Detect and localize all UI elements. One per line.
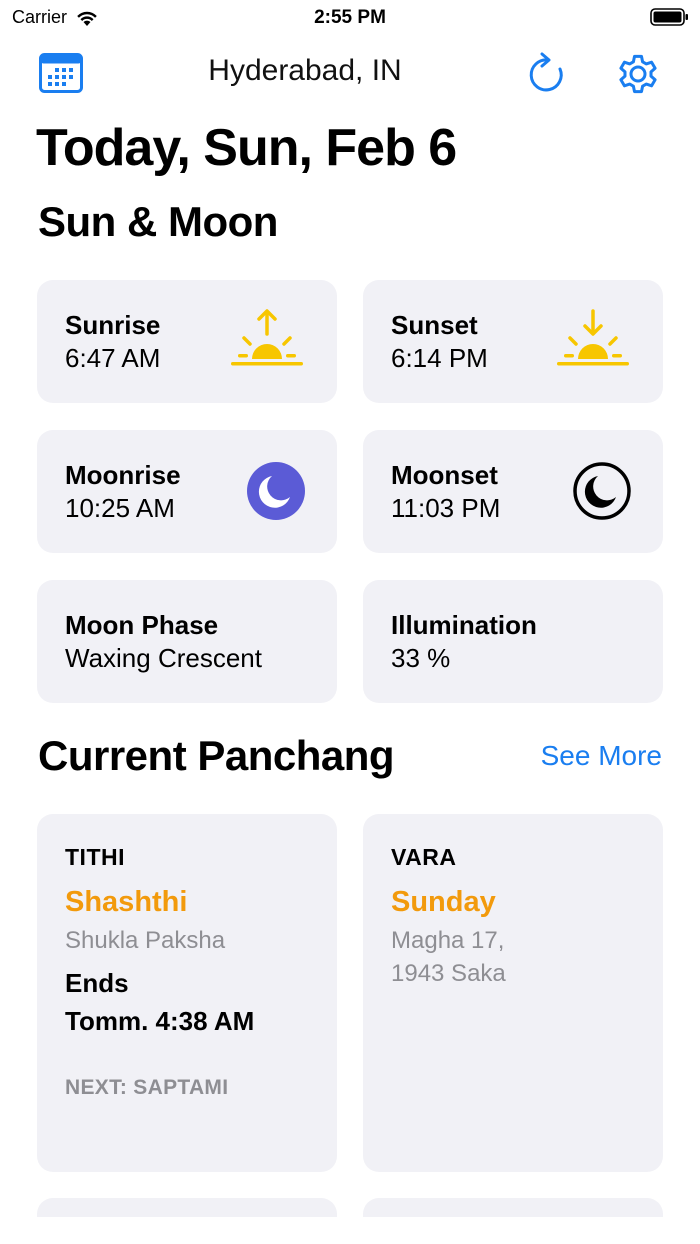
settings-button[interactable] <box>612 48 664 100</box>
tithi-header: TITHI <box>65 844 125 870</box>
battery-icon <box>650 8 688 26</box>
moon-phase-label: Moon Phase <box>65 610 219 640</box>
moonset-value: 11:03 PM <box>391 493 501 523</box>
sunrise-icon <box>231 309 303 366</box>
illumination-label: Illumination <box>391 610 537 640</box>
sunrise-label: Sunrise <box>65 310 161 340</box>
tithi-ends-value: Tomm. 4:38 AM <box>65 1006 255 1036</box>
see-more-link[interactable]: See More <box>541 740 662 772</box>
illumination-value: 33 % <box>391 643 451 673</box>
next-card-left[interactable] <box>37 1198 337 1218</box>
moonrise-label: Moonrise <box>65 460 181 490</box>
refresh-button[interactable] <box>524 50 572 98</box>
sun-moon-title: Sun & Moon <box>38 198 278 245</box>
sunrise-card[interactable]: Sunrise 6:47 AM <box>37 280 337 403</box>
moonset-icon <box>573 462 631 520</box>
sunset-value: 6:14 PM <box>391 343 488 373</box>
vara-date-line2: 1943 Saka <box>391 960 506 987</box>
moonrise-card[interactable]: Moonrise 10:25 AM <box>37 430 337 553</box>
sunrise-value: 6:47 AM <box>65 343 161 373</box>
tithi-paksha: Shukla Paksha <box>65 927 226 954</box>
refresh-icon <box>529 52 563 92</box>
nav-bar: Hyderabad, IN <box>0 46 700 102</box>
tithi-next: NEXT: SAPTAMI <box>65 1076 229 1099</box>
status-bar: Carrier 2:55 PM <box>0 0 700 40</box>
panchang-title: Current Panchang <box>38 732 395 779</box>
calendar-button[interactable] <box>38 50 84 96</box>
vara-date-line1: Magha 17, <box>391 927 505 954</box>
sunset-card[interactable]: Sunset 6:14 PM <box>363 280 663 403</box>
status-time: 2:55 PM <box>314 7 386 28</box>
moonset-label: Moonset <box>391 460 498 490</box>
vara-date: Magha 17, 1943 Saka <box>391 924 641 990</box>
vara-card[interactable]: VARA Sunday Magha 17, 1943 Saka <box>363 814 663 1172</box>
page-title: Today, Sun, Feb 6 <box>36 119 457 177</box>
calendar-icon <box>39 53 83 93</box>
next-card-right[interactable] <box>363 1198 663 1218</box>
tithi-ends-label: Ends <box>65 968 129 998</box>
vara-name: Sunday <box>391 886 496 918</box>
moonrise-icon <box>247 462 305 520</box>
sunset-label: Sunset <box>391 310 478 340</box>
tithi-card[interactable]: TITHI Shashthi Shukla Paksha Ends Tomm. … <box>37 814 337 1172</box>
vara-header: VARA <box>391 844 457 870</box>
tithi-name: Shashthi <box>65 886 188 918</box>
moon-phase-value: Waxing Crescent <box>65 643 262 673</box>
moonset-card[interactable]: Moonset 11:03 PM <box>363 430 663 553</box>
location-title[interactable]: Hyderabad, IN <box>150 54 460 88</box>
gear-icon <box>619 54 657 94</box>
sunset-icon <box>557 309 629 366</box>
bottom-safe-area <box>0 1217 700 1244</box>
illumination-card[interactable]: Illumination 33 % <box>363 580 663 703</box>
moonrise-value: 10:25 AM <box>65 493 175 523</box>
moon-phase-card[interactable]: Moon Phase Waxing Crescent <box>37 580 337 703</box>
